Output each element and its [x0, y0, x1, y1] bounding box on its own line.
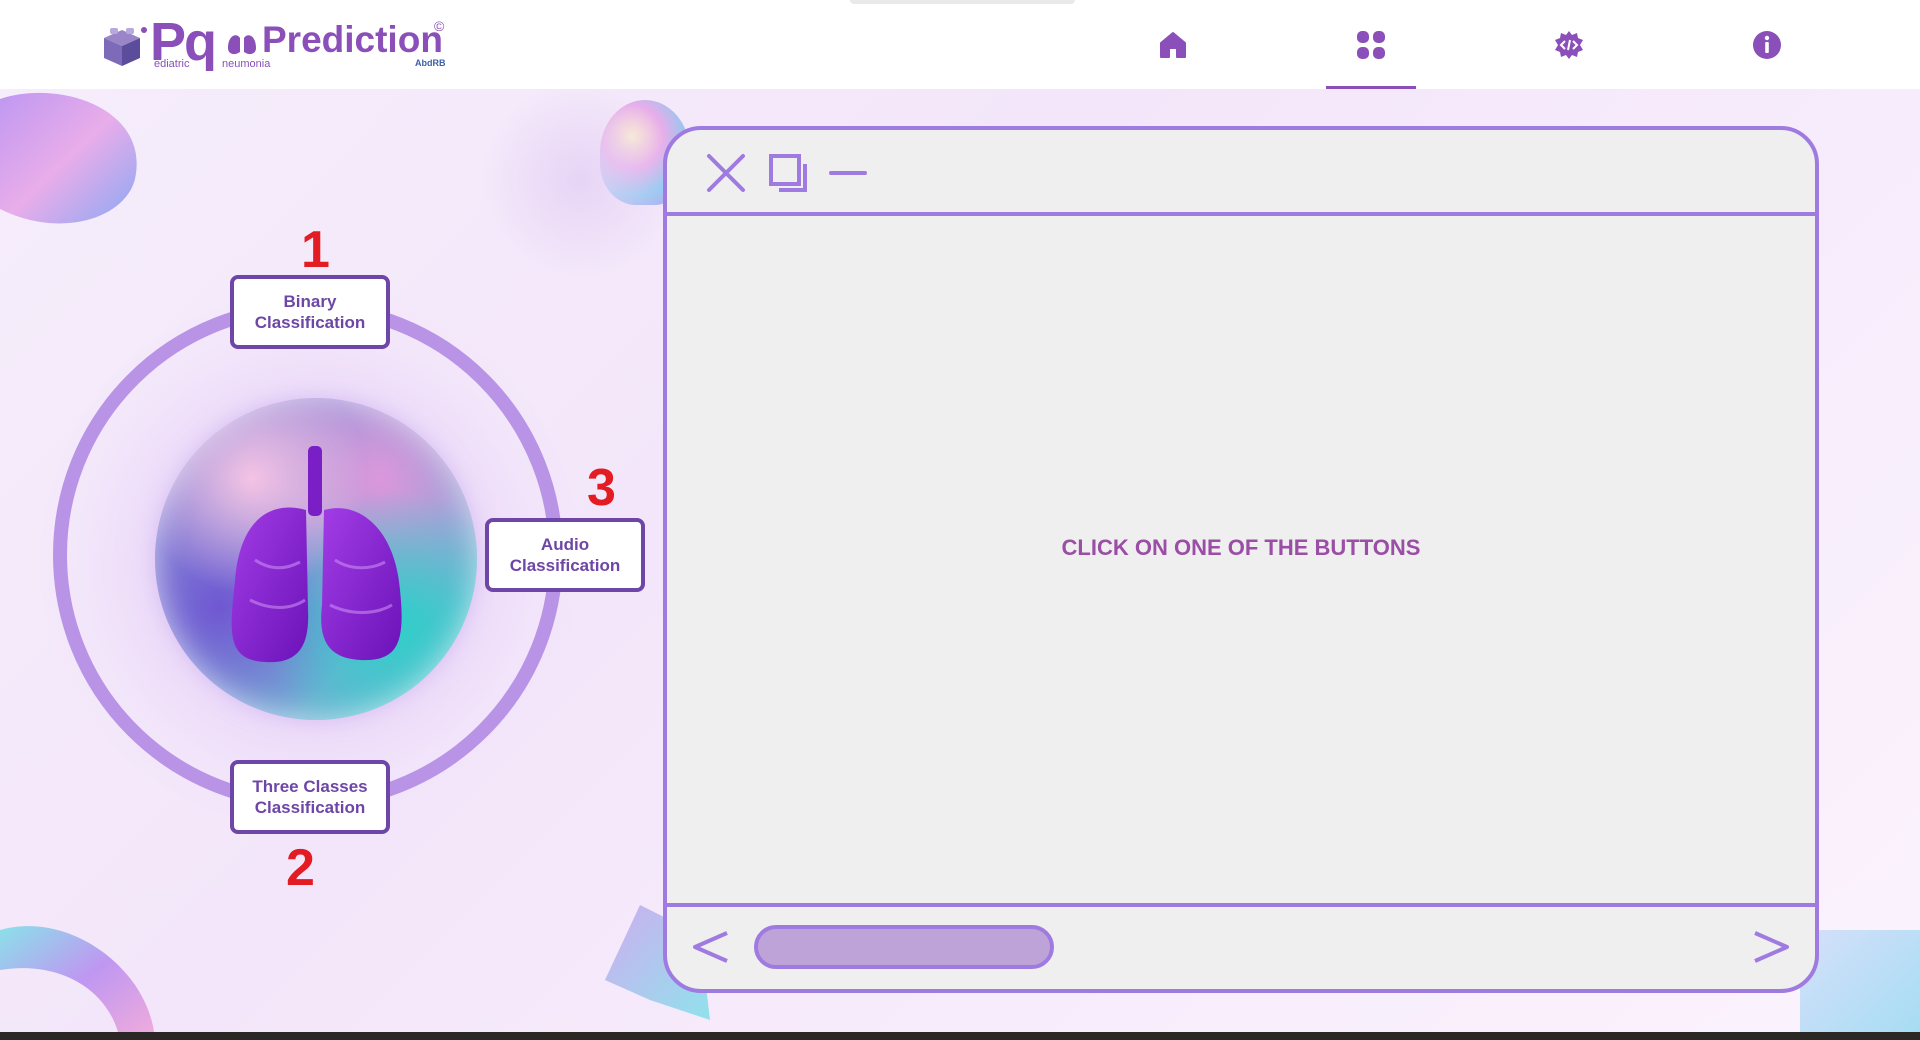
number-label-3: 3: [587, 459, 616, 517]
nav-info[interactable]: [1722, 0, 1812, 89]
window-top-edge: [850, 0, 1075, 4]
app-logo[interactable]: Pq ediatric neumonia Prediction © AbdRB: [100, 12, 460, 72]
logo-subtitle-left: ediatric: [154, 58, 190, 70]
nav-developer[interactable]: [1524, 0, 1614, 89]
audio-classification-button[interactable]: Audio Classification: [485, 518, 645, 592]
number-label-2: 2: [286, 839, 315, 897]
lungs-logo-icon: [228, 26, 256, 55]
blocks-icon: [104, 27, 147, 66]
decor-shape-top-left: [0, 92, 137, 224]
lungs-3d-image: [231, 446, 402, 663]
info-icon: [1753, 30, 1781, 59]
prev-arrow-icon[interactable]: [691, 927, 731, 967]
logo-copyright: ©: [434, 18, 445, 34]
logo-wordmark: Prediction: [262, 19, 443, 60]
three-classes-classification-button[interactable]: Three Classes Classification: [230, 760, 390, 834]
next-arrow-icon[interactable]: [1751, 927, 1791, 967]
binary-classification-button[interactable]: Binary Classification: [230, 275, 390, 349]
window-titlebar: [667, 130, 1815, 216]
close-icon[interactable]: [705, 152, 747, 194]
maximize-icon[interactable]: [767, 152, 809, 194]
code-gear-icon: [1555, 30, 1583, 59]
minimize-icon[interactable]: [827, 152, 869, 194]
top-navbar: Pq ediatric neumonia Prediction © AbdRB: [0, 0, 1920, 89]
decor-ring-bottom-left: [0, 926, 155, 1040]
result-window: CLICK ON ONE OF THE BUTTONS: [663, 126, 1819, 993]
window-footer: [667, 903, 1815, 989]
home-icon: [1160, 31, 1186, 58]
number-label-1: 1: [301, 221, 330, 279]
placeholder-message: CLICK ON ONE OF THE BUTTONS: [1061, 535, 1421, 560]
nav-dashboard[interactable]: [1326, 0, 1416, 89]
nav-home[interactable]: [1128, 0, 1218, 89]
logo-maker: AbdRB: [415, 58, 446, 68]
window-scrollbar-thumb[interactable]: [754, 925, 1054, 969]
decor-glow: [480, 80, 680, 280]
os-taskbar-edge: [0, 1032, 1920, 1040]
grid-icon: [1357, 30, 1385, 59]
